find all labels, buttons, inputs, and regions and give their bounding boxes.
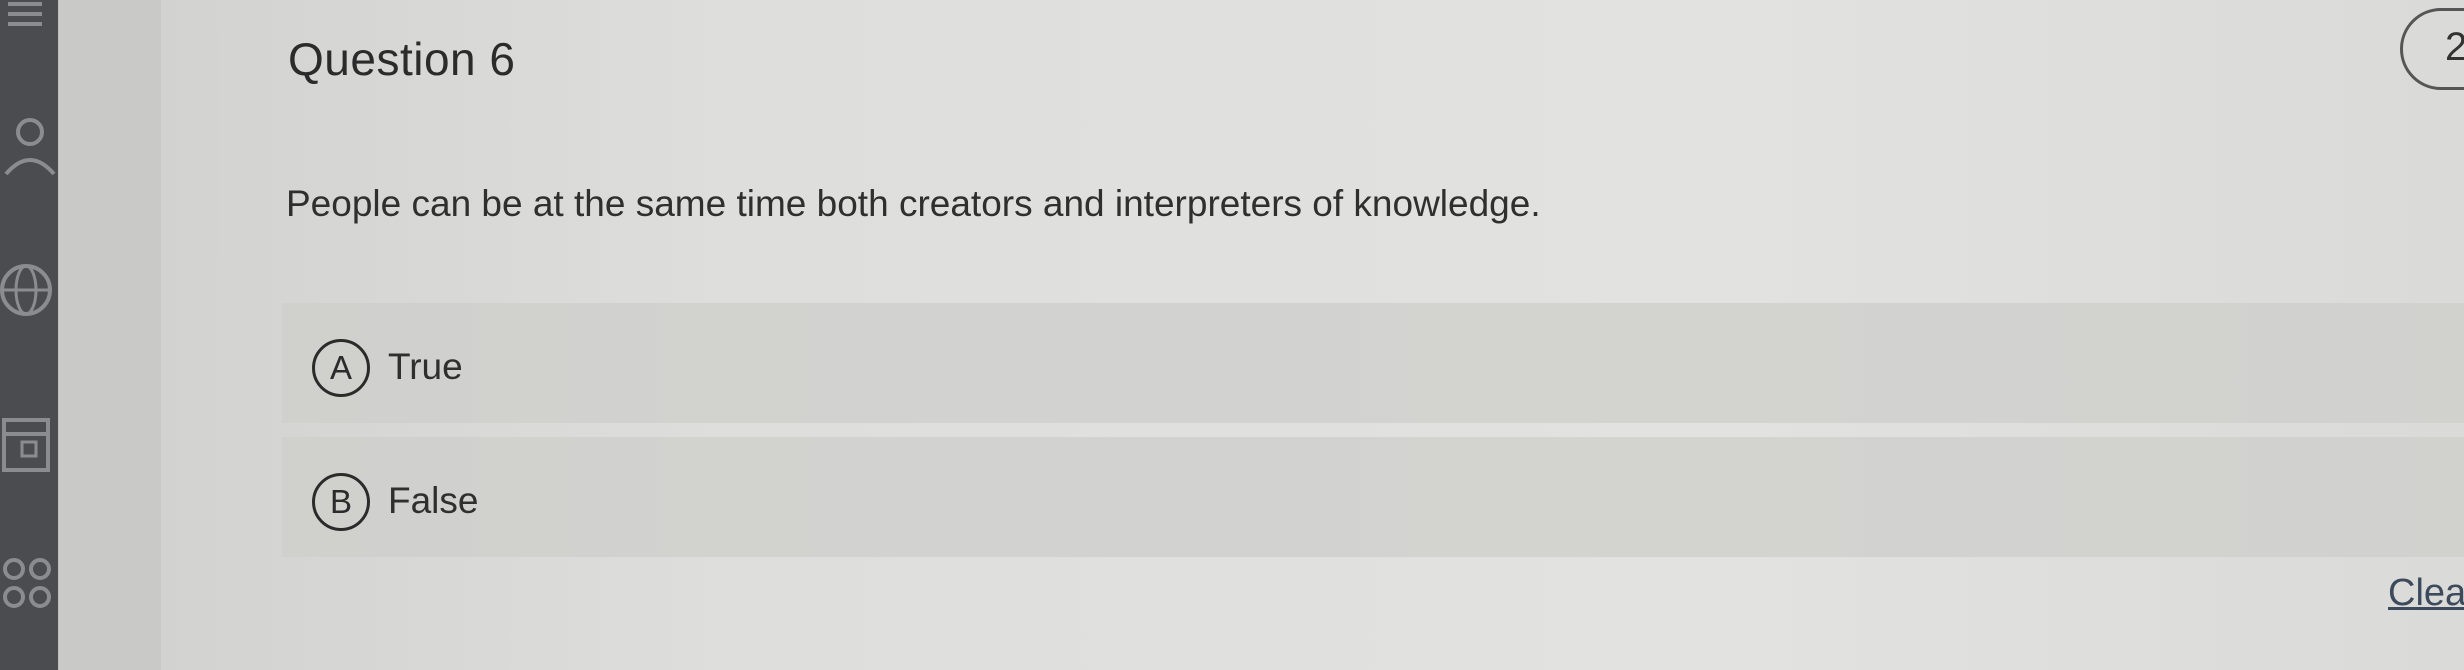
globe-icon[interactable] xyxy=(0,255,58,325)
option-label: False xyxy=(388,480,479,521)
group-icon[interactable] xyxy=(0,555,58,625)
option-letter-badge: B xyxy=(312,473,370,531)
points-badge: 2 xyxy=(2400,8,2464,90)
question-panel: Question 6 2 People can be at the same t… xyxy=(160,0,2464,670)
question-text: People can be at the same time both crea… xyxy=(286,183,1541,224)
menu-icon[interactable] xyxy=(0,0,58,70)
user-icon[interactable] xyxy=(0,110,58,180)
quiz-screen: Question 6 2 People can be at the same t… xyxy=(0,0,2464,670)
sidebar xyxy=(0,0,58,670)
calendar-icon[interactable] xyxy=(0,410,58,480)
option-label: True xyxy=(388,346,463,387)
option-letter-badge: A xyxy=(312,339,370,397)
question-title: Question 6 xyxy=(288,33,516,85)
answer-option-b[interactable]: B False xyxy=(282,437,2464,557)
answer-option-a[interactable]: A True xyxy=(282,303,2464,423)
points-value: 2 xyxy=(2445,25,2464,69)
sidebar-divider xyxy=(58,0,217,670)
clear-answer-link[interactable]: Clea xyxy=(2388,572,2464,615)
